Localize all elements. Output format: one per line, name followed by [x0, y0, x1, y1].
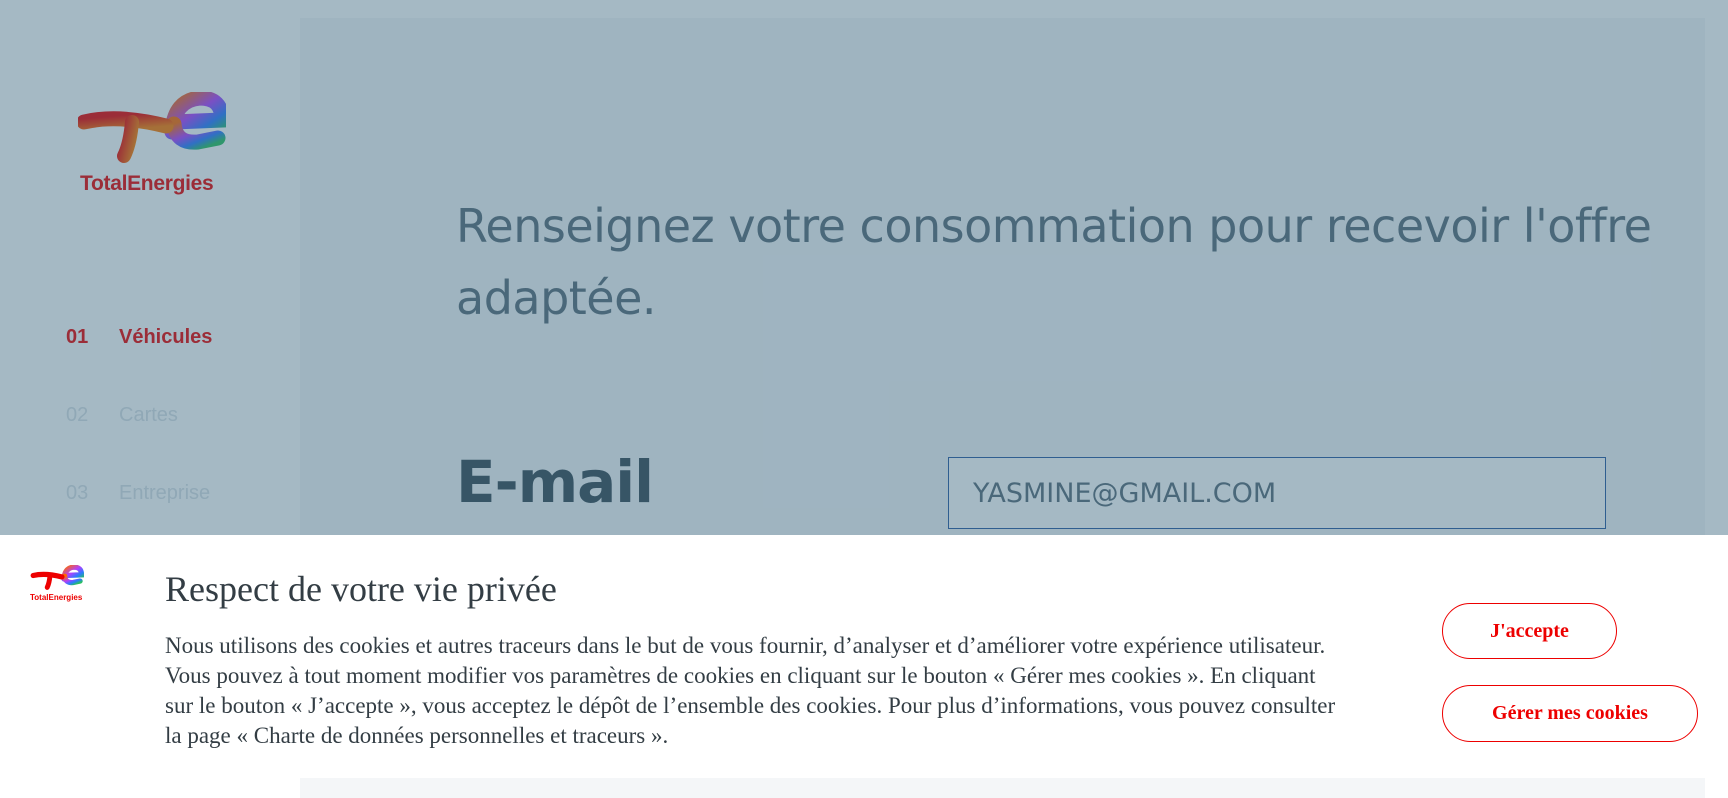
accept-cookies-button[interactable]: J'accepte — [1442, 603, 1617, 659]
manage-cookies-button[interactable]: Gérer mes cookies — [1442, 685, 1698, 742]
cookie-banner: TotalEnergies Respect de votre vie privé… — [0, 535, 1728, 778]
cookie-banner-title: Respect de votre vie privée — [165, 569, 557, 609]
banner-logo-wordmark: TotalEnergies — [30, 593, 83, 602]
cookie-banner-text: Nous utilisons des cookies et autres tra… — [165, 633, 1336, 748]
banner-logo: TotalEnergies — [30, 564, 85, 607]
totalenergies-logo-icon — [30, 564, 85, 590]
